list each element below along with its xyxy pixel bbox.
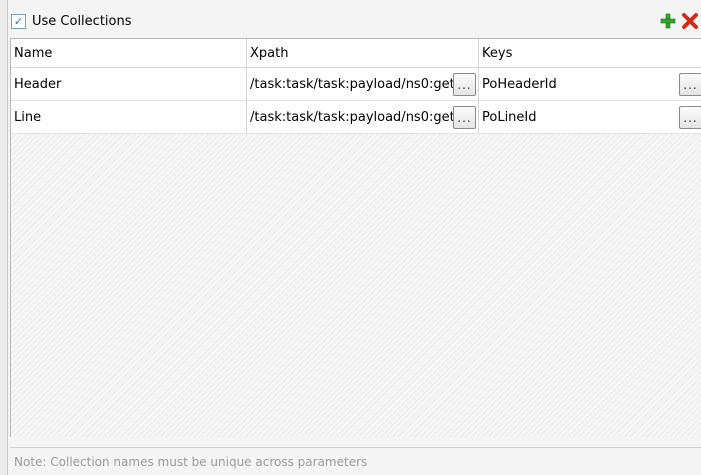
row-name-cell[interactable]: Header: [11, 68, 247, 100]
collections-toolbar: ✓ Use Collections: [10, 6, 701, 36]
row-xpath-cell[interactable]: /task:task/task:payload/ns0:get: [247, 101, 479, 133]
table-row[interactable]: Line /task:task/task:payload/ns0:get ...…: [11, 101, 701, 134]
row-keys-cell[interactable]: PoLineId: [479, 101, 684, 133]
use-collections-label[interactable]: Use Collections: [32, 14, 132, 29]
toolbar-actions: [657, 6, 701, 36]
collections-table: Name Xpath Keys Header /task:task/task:p…: [10, 38, 701, 437]
keys-browse-button[interactable]: ...: [679, 73, 701, 96]
table-header-row: Name Xpath Keys: [11, 39, 701, 68]
collection-note: Note: Collection names must be unique ac…: [10, 447, 701, 475]
xpath-browse-button[interactable]: ...: [453, 73, 476, 96]
row-keys-cell[interactable]: PoHeaderId: [479, 68, 684, 100]
column-header-xpath[interactable]: Xpath: [247, 39, 479, 67]
row-name-cell[interactable]: Line: [11, 101, 247, 133]
table-row[interactable]: Header /task:task/task:payload/ns0:get .…: [11, 68, 701, 101]
collections-panel: ✓ Use Collections Name Xpath Keys Header…: [0, 0, 701, 475]
row-xpath-value: /task:task/task:payload/ns0:get: [250, 109, 455, 125]
column-header-name[interactable]: Name: [11, 39, 247, 67]
row-xpath-cell[interactable]: /task:task/task:payload/ns0:get: [247, 68, 479, 100]
use-collections-checkbox[interactable]: ✓: [11, 13, 26, 29]
xpath-browse-button[interactable]: ...: [453, 106, 476, 129]
row-xpath-value: /task:task/task:payload/ns0:get: [250, 76, 455, 92]
keys-browse-button[interactable]: ...: [679, 106, 701, 129]
column-header-keys[interactable]: Keys: [479, 39, 701, 67]
plus-icon[interactable]: [657, 10, 679, 32]
panel-left-border: [0, 0, 8, 475]
delete-x-icon[interactable]: [679, 10, 701, 32]
